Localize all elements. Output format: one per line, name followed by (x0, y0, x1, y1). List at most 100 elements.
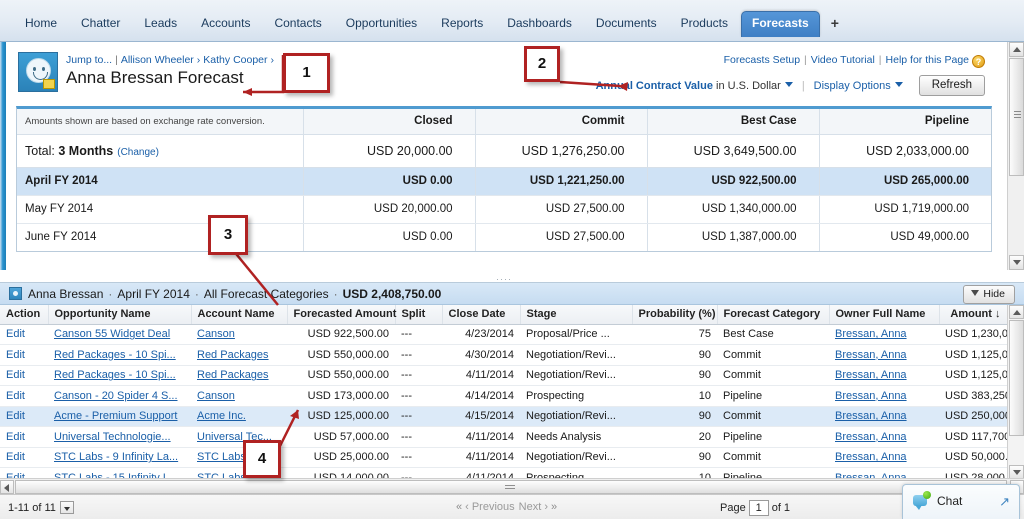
summary-cell[interactable]: USD 1,340,000.00 (647, 195, 819, 223)
tab-contacts[interactable]: Contacts (263, 11, 332, 37)
column-header-forecast-category[interactable]: Forecast Category (717, 305, 829, 324)
edit-link[interactable]: Edit (6, 410, 25, 422)
owner-link[interactable]: Bressan, Anna (835, 349, 907, 361)
column-header-close-date[interactable]: Close Date (442, 305, 520, 324)
cell-opportunity-name[interactable]: Universal Technologie... (48, 427, 191, 448)
link-video-tutorial[interactable]: Video Tutorial (811, 54, 875, 66)
summary-cell[interactable]: USD 27,500.00 (475, 223, 647, 251)
cell-opportunity-name[interactable]: STC Labs - 9 Infinity La... (48, 447, 191, 468)
summary-period-row[interactable]: June FY 2014USD 0.00USD 27,500.00USD 1,3… (17, 223, 991, 251)
breadcrumb-person-allison-wheeler[interactable]: Allison Wheeler (121, 54, 194, 66)
summary-period-row[interactable]: May FY 2014USD 20,000.00USD 27,500.00USD… (17, 195, 991, 223)
tab-leads[interactable]: Leads (133, 11, 188, 37)
opportunity-name-link[interactable]: Canson 55 Widget Deal (54, 328, 170, 340)
owner-link[interactable]: Bressan, Anna (835, 328, 907, 340)
grid-scrollbar-thumb[interactable] (1009, 320, 1024, 436)
column-header-account-name[interactable]: Account Name (191, 305, 287, 324)
breadcrumb-jump-to[interactable]: Jump to... (66, 54, 112, 66)
cell-account-name[interactable]: Canson (191, 324, 287, 345)
help-question-icon[interactable]: ? (972, 55, 985, 68)
summary-cell[interactable]: USD 265,000.00 (819, 167, 991, 195)
breadcrumb-person-kathy-cooper[interactable]: Kathy Cooper (203, 54, 267, 66)
edit-link[interactable]: Edit (6, 390, 25, 402)
cell-account-name[interactable]: Red Packages (191, 365, 287, 386)
opportunity-name-link[interactable]: STC Labs - 9 Infinity La... (54, 451, 178, 463)
cell-opportunity-name[interactable]: Red Packages - 10 Spi... (48, 345, 191, 366)
cell-action[interactable]: Edit (0, 406, 48, 427)
cell-owner-full-name[interactable]: Bressan, Anna (829, 386, 939, 407)
cell-opportunity-name[interactable]: Canson - 20 Spider 4 S... (48, 386, 191, 407)
opportunity-name-link[interactable]: Acme - Premium Support (54, 410, 177, 422)
opportunity-name-link[interactable]: Red Packages - 10 Spi... (54, 349, 176, 361)
previous-page-link[interactable]: ‹ Previous (463, 501, 517, 513)
table-row[interactable]: EditSTC Labs - 9 Infinity La...STC LabsU… (0, 447, 1007, 468)
edit-link[interactable]: Edit (6, 451, 25, 463)
owner-link[interactable]: Bressan, Anna (835, 431, 907, 443)
summary-cell[interactable]: USD 1,387,000.00 (647, 223, 819, 251)
opportunity-name-link[interactable]: Canson - 20 Spider 4 S... (54, 390, 178, 402)
scroll-down-arrow-icon[interactable] (1009, 255, 1024, 270)
horizontal-scrollbar[interactable] (0, 478, 1024, 494)
link-help-for-this-page[interactable]: Help for this Page (886, 54, 969, 66)
cell-owner-full-name[interactable]: Bressan, Anna (829, 447, 939, 468)
column-header-probability[interactable]: Probability (%) (632, 305, 717, 324)
tab-dashboards[interactable]: Dashboards (496, 11, 583, 37)
column-header-split[interactable]: Split (395, 305, 442, 324)
owner-link[interactable]: Bressan, Anna (835, 410, 907, 422)
table-row[interactable]: EditCanson - 20 Spider 4 S...CansonUSD 1… (0, 386, 1007, 407)
tab-home[interactable]: Home (14, 11, 68, 37)
cell-account-name[interactable]: Acme Inc. (191, 406, 287, 427)
tab-accounts[interactable]: Accounts (190, 11, 261, 37)
account-name-link[interactable]: Red Packages (197, 349, 269, 361)
display-options-menu[interactable]: Display Options (814, 80, 903, 92)
cell-owner-full-name[interactable]: Bressan, Anna (829, 365, 939, 386)
cell-action[interactable]: Edit (0, 324, 48, 345)
summary-cell[interactable]: USD 27,500.00 (475, 195, 647, 223)
cell-account-name[interactable]: Canson (191, 386, 287, 407)
link-forecasts-setup[interactable]: Forecasts Setup (724, 54, 800, 66)
cell-owner-full-name[interactable]: Bressan, Anna (829, 406, 939, 427)
tab-opportunities[interactable]: Opportunities (335, 11, 428, 37)
cell-opportunity-name[interactable]: Red Packages - 10 Spi... (48, 365, 191, 386)
opportunity-grid-scrollbar[interactable] (1007, 305, 1024, 479)
table-row[interactable]: EditCanson 55 Widget DealCansonUSD 922,5… (0, 324, 1007, 345)
horizontal-scrollbar-thumb[interactable] (15, 480, 1007, 494)
opportunity-name-link[interactable]: Red Packages - 10 Spi... (54, 369, 176, 381)
grid-scroll-down-icon[interactable] (1009, 465, 1024, 479)
cell-account-name[interactable]: Red Packages (191, 345, 287, 366)
change-period-link[interactable]: (Change) (117, 147, 159, 158)
summary-cell[interactable]: USD 0.00 (303, 167, 475, 195)
tab-reports[interactable]: Reports (430, 11, 494, 37)
summary-cell[interactable]: USD 0.00 (303, 223, 475, 251)
hide-button[interactable]: Hide (963, 285, 1015, 304)
chat-widget[interactable]: Chat ↗ (902, 484, 1020, 519)
tab-chatter[interactable]: Chatter (70, 11, 131, 37)
cell-action[interactable]: Edit (0, 345, 48, 366)
column-header-amount[interactable]: Amount ↓ (939, 305, 1007, 324)
summary-cell[interactable]: USD 49,000.00 (819, 223, 991, 251)
cell-opportunity-name[interactable]: Canson 55 Widget Deal (48, 324, 191, 345)
tab-add-new[interactable]: + (822, 12, 848, 37)
cell-action[interactable]: Edit (0, 365, 48, 386)
cell-owner-full-name[interactable]: Bressan, Anna (829, 324, 939, 345)
edit-link[interactable]: Edit (6, 328, 25, 340)
last-page-icon[interactable]: » (550, 501, 558, 513)
page-number-input[interactable] (749, 500, 769, 516)
page-vertical-scrollbar[interactable] (1007, 42, 1024, 270)
expand-arrow-icon[interactable]: ↗ (999, 494, 1010, 510)
owner-link[interactable]: Bressan, Anna (835, 390, 907, 402)
refresh-button[interactable]: Refresh (919, 75, 985, 96)
cell-opportunity-name[interactable]: Acme - Premium Support (48, 406, 191, 427)
cell-action[interactable]: Edit (0, 427, 48, 448)
cell-owner-full-name[interactable]: Bressan, Anna (829, 345, 939, 366)
table-row[interactable]: Edit Red Packages - 10 Spi... Red Packages… (0, 365, 1007, 386)
account-name-link[interactable]: Canson (197, 390, 235, 402)
account-name-link[interactable]: Red Packages (197, 369, 269, 381)
first-page-icon[interactable]: « (455, 501, 463, 513)
column-header-opportunity-name[interactable]: Opportunity Name (48, 305, 191, 324)
scrollbar-thumb[interactable] (1009, 58, 1024, 176)
tab-products[interactable]: Products (670, 11, 739, 37)
tab-documents[interactable]: Documents (585, 11, 668, 37)
table-row[interactable]: EditUniversal Technologie...Universal Te… (0, 427, 1007, 448)
column-header-action[interactable]: Action (0, 305, 48, 324)
